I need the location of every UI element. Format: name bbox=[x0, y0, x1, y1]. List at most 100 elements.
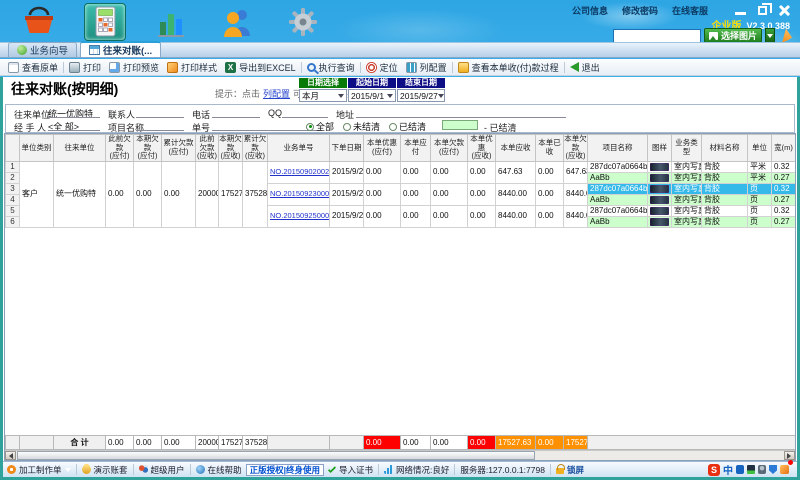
radio-unsettled[interactable]: 未结清 bbox=[343, 120, 380, 133]
row-number[interactable]: 1 bbox=[6, 161, 20, 172]
company-info-link[interactable]: 公司信息 bbox=[572, 4, 608, 17]
receivable-cell[interactable]: 8440.00 bbox=[496, 183, 536, 205]
date-range-select[interactable]: 本月 bbox=[299, 89, 347, 102]
owed-receivable-cell[interactable]: 647.63 bbox=[564, 161, 588, 183]
order-date-cell[interactable]: 2015/9/23 bbox=[330, 183, 364, 205]
export-excel-button[interactable]: 导出到EXCEL bbox=[221, 61, 300, 74]
qq-field[interactable] bbox=[282, 107, 328, 118]
statusbar-item-super-user[interactable]: 超级用户 bbox=[139, 464, 185, 476]
owed-payable-cell[interactable]: 0.00 bbox=[431, 161, 468, 183]
image-button-dropdown[interactable] bbox=[765, 28, 775, 43]
sample-image-cell[interactable] bbox=[648, 172, 672, 183]
material-name-cell[interactable]: 背胶 bbox=[702, 172, 748, 183]
business-type-cell[interactable]: 室内写真 bbox=[672, 194, 702, 205]
scroll-left-button[interactable] bbox=[5, 451, 16, 460]
exit-button[interactable]: 退出 bbox=[566, 61, 604, 74]
owed-payable-cell[interactable]: 0.00 bbox=[431, 205, 468, 227]
row-number[interactable]: 4 bbox=[6, 194, 20, 205]
statusbar-item-import-certificate[interactable]: 导入证书 bbox=[328, 464, 373, 476]
width-cell[interactable]: 0.32 bbox=[772, 161, 796, 172]
print-style-button[interactable]: 打印样式 bbox=[163, 61, 221, 74]
end-date-select[interactable]: 2015/9/27 bbox=[397, 89, 445, 102]
user-tray-icon[interactable] bbox=[758, 465, 766, 474]
unit-cell[interactable]: 平米 bbox=[748, 172, 772, 183]
tab-reconciliation[interactable]: 往来对账(... bbox=[80, 41, 161, 57]
discount-receivable-cell[interactable]: 0.00 bbox=[468, 205, 496, 227]
project-name-cell[interactable]: AaBb bbox=[588, 172, 648, 183]
prior-owed-payable-cell[interactable]: 0.00 bbox=[106, 161, 134, 227]
payment-process-button[interactable]: 查看本单收(付)款过程 bbox=[454, 61, 563, 74]
start-date-select[interactable]: 2015/9/1 bbox=[348, 89, 396, 102]
close-button[interactable] bbox=[779, 5, 790, 16]
business-type-cell[interactable]: 室内写真 bbox=[672, 205, 702, 216]
discount-receivable-cell[interactable]: 0.00 bbox=[468, 183, 496, 205]
discount-payable-cell[interactable]: 0.00 bbox=[364, 205, 401, 227]
row-number[interactable]: 5 bbox=[6, 205, 20, 216]
tab-business-wizard[interactable]: 业务向导 bbox=[8, 42, 77, 57]
handler-field[interactable]: <全 部> bbox=[48, 120, 100, 131]
picture-tray-icon[interactable] bbox=[747, 465, 755, 474]
received-cell[interactable]: 0.00 bbox=[536, 183, 564, 205]
total-owed-payable-cell[interactable]: 0.00 bbox=[162, 161, 196, 227]
statusbar-item-online-help[interactable]: 在线帮助 bbox=[196, 464, 242, 476]
row-number[interactable]: 3 bbox=[6, 183, 20, 194]
width-cell[interactable]: 0.32 bbox=[772, 183, 796, 194]
project-name-cell[interactable]: 287dc07a0664bc bbox=[588, 161, 648, 172]
sample-image-cell[interactable] bbox=[648, 183, 672, 194]
material-name-cell[interactable]: 背胶 bbox=[702, 205, 748, 216]
prior-owed-receivable-cell[interactable]: 20000.90 bbox=[196, 161, 219, 227]
payable-cell[interactable]: 0.00 bbox=[401, 161, 431, 183]
column-config-link[interactable]: 列配置 bbox=[263, 89, 290, 99]
width-cell[interactable]: 0.27 bbox=[772, 194, 796, 205]
material-name-cell[interactable]: 背胶 bbox=[702, 194, 748, 205]
unit-cell[interactable]: 平米 bbox=[748, 161, 772, 172]
business-type-cell[interactable]: 室内写真 bbox=[672, 183, 702, 194]
shield-tray-icon[interactable] bbox=[769, 465, 777, 474]
phone-field[interactable] bbox=[212, 107, 260, 118]
print-preview-button[interactable]: 打印预览 bbox=[105, 61, 163, 74]
scroll-thumb[interactable] bbox=[17, 451, 535, 460]
unit-cell[interactable]: 页 bbox=[748, 216, 772, 227]
payable-cell[interactable]: 0.00 bbox=[401, 205, 431, 227]
period-owed-payable-cell[interactable]: 0.00 bbox=[134, 161, 162, 227]
column-config-button[interactable]: 列配置 bbox=[402, 61, 451, 74]
order-link[interactable]: NO.201509230002 bbox=[270, 189, 330, 198]
input-method-tray-icon[interactable]: 中 bbox=[723, 462, 733, 477]
unit-cell[interactable]: 页 bbox=[748, 194, 772, 205]
sample-image-cell[interactable] bbox=[648, 216, 672, 227]
view-original-button[interactable]: 查看原单 bbox=[4, 61, 62, 74]
radio-all[interactable]: 全部 bbox=[306, 120, 334, 133]
order-date-cell[interactable]: 2015/9/2 bbox=[330, 161, 364, 183]
receivable-cell[interactable]: 8440.00 bbox=[496, 205, 536, 227]
customer-category-cell[interactable]: 客户 bbox=[20, 161, 54, 227]
discount-receivable-cell[interactable]: 0.00 bbox=[468, 161, 496, 183]
contact-field[interactable] bbox=[136, 107, 184, 118]
sample-image-cell[interactable] bbox=[648, 161, 672, 172]
discount-payable-cell[interactable]: 0.00 bbox=[364, 183, 401, 205]
unit-field[interactable]: 统一优购特 bbox=[48, 107, 100, 118]
width-cell[interactable]: 0.27 bbox=[772, 172, 796, 183]
period-owed-receivable-cell[interactable]: 17527.63 bbox=[219, 161, 243, 227]
project-name-cell[interactable]: 287dc07a0664bc bbox=[588, 205, 648, 216]
business-type-cell[interactable]: 室内写真 bbox=[672, 161, 702, 172]
change-password-link[interactable]: 修改密码 bbox=[622, 4, 658, 17]
order-link[interactable]: NO.201509020021 bbox=[270, 167, 330, 176]
online-service-link[interactable]: 在线客服 bbox=[672, 4, 708, 17]
tools-tray-icon[interactable] bbox=[780, 465, 789, 474]
material-name-cell[interactable]: 背胶 bbox=[702, 216, 748, 227]
sogou-tray-icon[interactable]: S bbox=[708, 464, 720, 476]
radio-settled[interactable]: 已结清 bbox=[389, 120, 426, 133]
table-row[interactable]: 1 客户 统一优购特 0.00 0.00 0.00 20000.90 17527… bbox=[6, 161, 796, 172]
horizontal-scrollbar[interactable] bbox=[5, 450, 795, 460]
print-button[interactable]: 打印 bbox=[65, 61, 105, 74]
address-field[interactable] bbox=[356, 107, 566, 118]
project-name-cell[interactable]: AaBb bbox=[588, 216, 648, 227]
sample-image-cell[interactable] bbox=[648, 194, 672, 205]
phone-tray-icon[interactable] bbox=[736, 465, 744, 474]
receivable-cell[interactable]: 647.63 bbox=[496, 161, 536, 183]
material-name-cell[interactable]: 背胶 bbox=[702, 183, 748, 194]
customer-name-cell[interactable]: 统一优购特 bbox=[54, 161, 106, 227]
minimize-button[interactable] bbox=[735, 12, 746, 15]
order-date-cell[interactable]: 2015/9/25 bbox=[330, 205, 364, 227]
row-number[interactable]: 6 bbox=[6, 216, 20, 227]
